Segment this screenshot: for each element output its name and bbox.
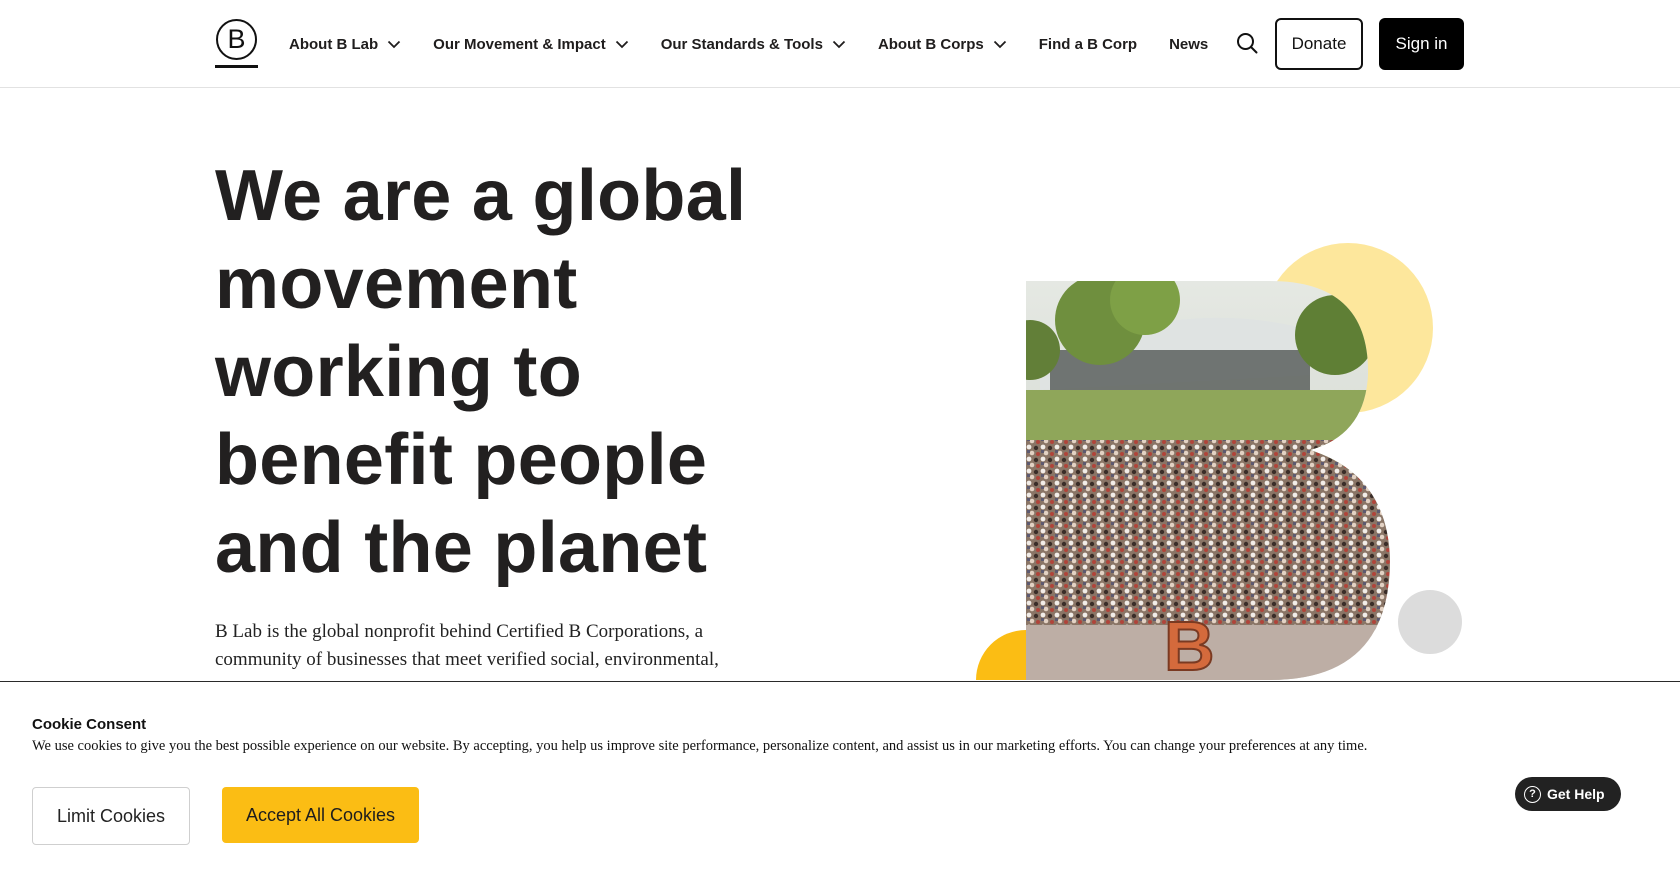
question-icon: ? [1524,785,1541,803]
hero-description: B Lab is the global nonprofit behind Cer… [215,621,719,670]
get-help-label: Get Help [1547,786,1605,802]
get-help-button[interactable]: ? Get Help [1515,777,1621,811]
donate-button[interactable]: Donate [1275,18,1363,70]
hero-title-line: We are a global [215,156,747,236]
logo-letter: B [227,24,246,54]
cookie-consent-banner: Cookie Consent We use cookies to give yo… [0,681,1680,876]
nav-item-find-a-b-corp[interactable]: Find a B Corp [1039,36,1137,53]
chevron-down-icon [993,40,1006,48]
nav-item-label: About B Corps [877,35,984,53]
accept-all-cookies-button[interactable]: Accept All Cookies [222,787,419,843]
nav-item-our-standards-tools[interactable]: Our Standards & Tools [661,36,846,53]
nav-item-label: About B Lab [289,35,379,53]
hero-title-line: working to [215,332,582,412]
nav-item-our-movement-impact[interactable]: Our Movement & Impact [433,36,629,53]
logo-circle: B [216,19,257,60]
sign-in-button[interactable]: Sign in [1379,18,1464,70]
site-header: B About B Lab Our Movement & Impact Our St… [0,0,1680,88]
hero-title: We are a global movement working to benefit… [215,152,815,592]
nav-item-label: Our Standards & Tools [660,35,823,53]
chevron-down-icon [615,40,628,48]
nav-item-about-b-corps[interactable]: About B Corps [878,36,1007,53]
chevron-down-icon [832,40,846,48]
b-lab-logo[interactable]: B [215,19,258,69]
nav-item-about-b-lab[interactable]: About B Lab [289,36,401,53]
nav-item-label: News [1169,35,1209,53]
search-icon[interactable] [1236,32,1258,54]
logo-underline [215,65,258,68]
hero-title-line: and the planet [215,508,708,588]
limit-cookies-button[interactable]: Limit Cookies [32,787,190,845]
nav-item-label: Our Movement & Impact [433,35,606,53]
cookie-title: Cookie Consent [32,716,147,733]
hero-image: B [976,243,1462,680]
cookie-text: We use cookies to give you the best poss… [32,738,1368,754]
nav-item-label: Find a B Corp [1038,35,1138,53]
svg-text:B: B [1164,607,1215,680]
hero-title-line: movement [215,244,578,324]
decor-circle-gray [1398,590,1462,654]
main-nav: About B Lab Our Movement & Impact Our Stan… [289,0,1240,88]
nav-item-news[interactable]: News [1169,36,1208,53]
chevron-down-icon [388,40,401,48]
hero-title-line: benefit people [215,420,708,500]
